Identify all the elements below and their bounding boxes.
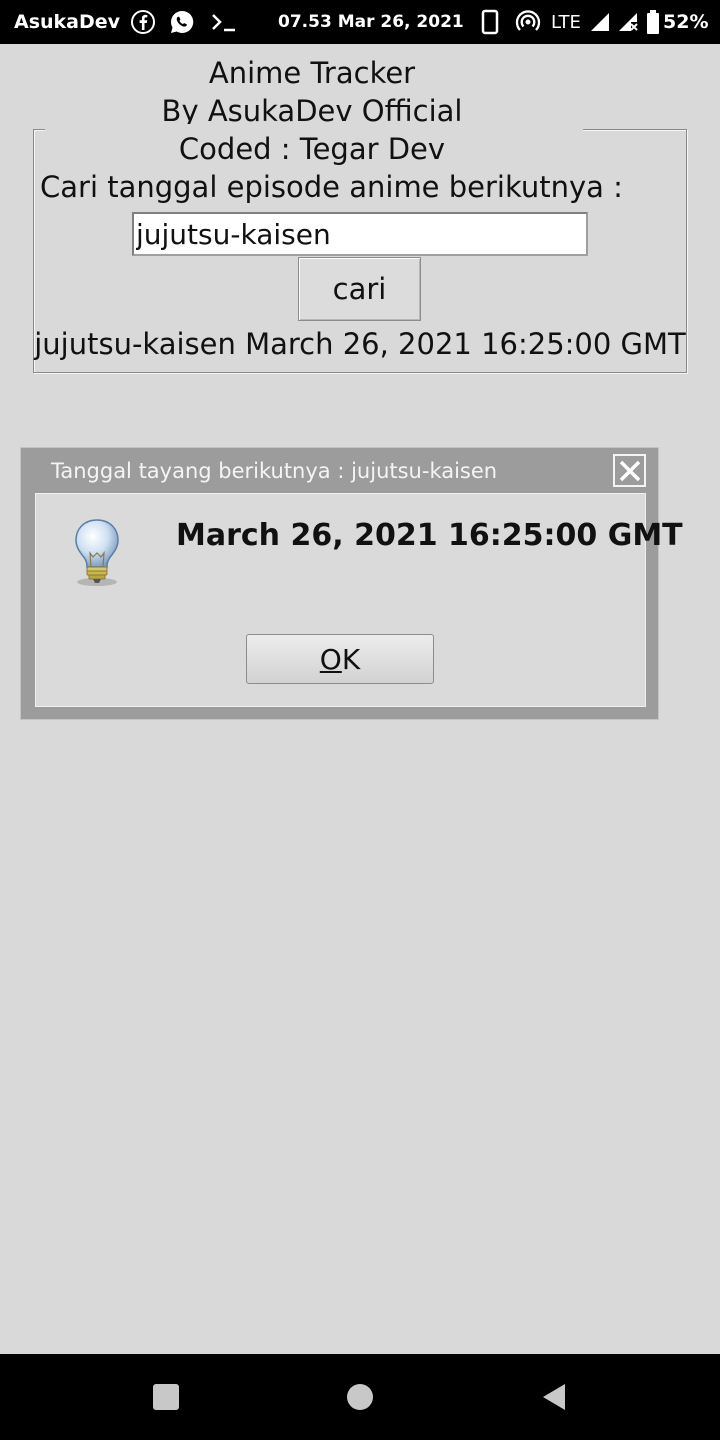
info-dialog: Tanggal tayang berikutnya : jujutsu-kais…: [20, 447, 683, 720]
search-label: Cari tanggal episode anime berikutnya :: [40, 170, 623, 204]
dialog-title: Tanggal tayang berikutnya : jujutsu-kais…: [51, 459, 498, 483]
dialog-body: March 26, 2021 16:25:00 GMT OK: [35, 493, 683, 707]
phone-icon: [481, 0, 499, 44]
search-input[interactable]: [132, 212, 588, 256]
hotspot-icon: [514, 0, 542, 44]
carrier-label: AsukaDev: [14, 11, 121, 33]
lightbulb-icon: [70, 518, 124, 588]
ok-button-mnemonic: O: [319, 642, 342, 676]
facebook-icon: [130, 0, 156, 44]
network-type-label: LTE: [551, 11, 581, 33]
dialog-message: March 26, 2021 16:25:00 GMT: [176, 518, 683, 553]
home-icon[interactable]: [330, 1354, 390, 1440]
search-button[interactable]: cari: [298, 257, 421, 321]
status-clock: 07.53 Mar 26, 2021: [278, 12, 464, 32]
signal-x-icon: [617, 0, 641, 44]
status-bar: AsukaDev 07.53 Mar 26, 2021 LTE 52%: [0, 0, 720, 44]
app-coder: Coded : Tegar Dev: [178, 132, 446, 166]
ok-button-label: K: [341, 642, 361, 676]
search-result: jujutsu-kaisen March 26, 2021 16:25:00 G…: [34, 327, 686, 361]
ok-button[interactable]: OK: [246, 634, 434, 684]
terminal-icon: [210, 0, 238, 44]
signal-icon: [589, 0, 611, 44]
close-icon[interactable]: [613, 454, 646, 487]
battery-percent: 52%: [663, 11, 709, 33]
app-title: Anime Tracker: [208, 56, 416, 90]
whatsapp-icon: [168, 0, 196, 44]
recent-apps-icon[interactable]: [136, 1354, 196, 1440]
navigation-bar: [0, 1354, 720, 1440]
back-icon[interactable]: [524, 1354, 584, 1440]
battery-icon: [646, 0, 660, 44]
